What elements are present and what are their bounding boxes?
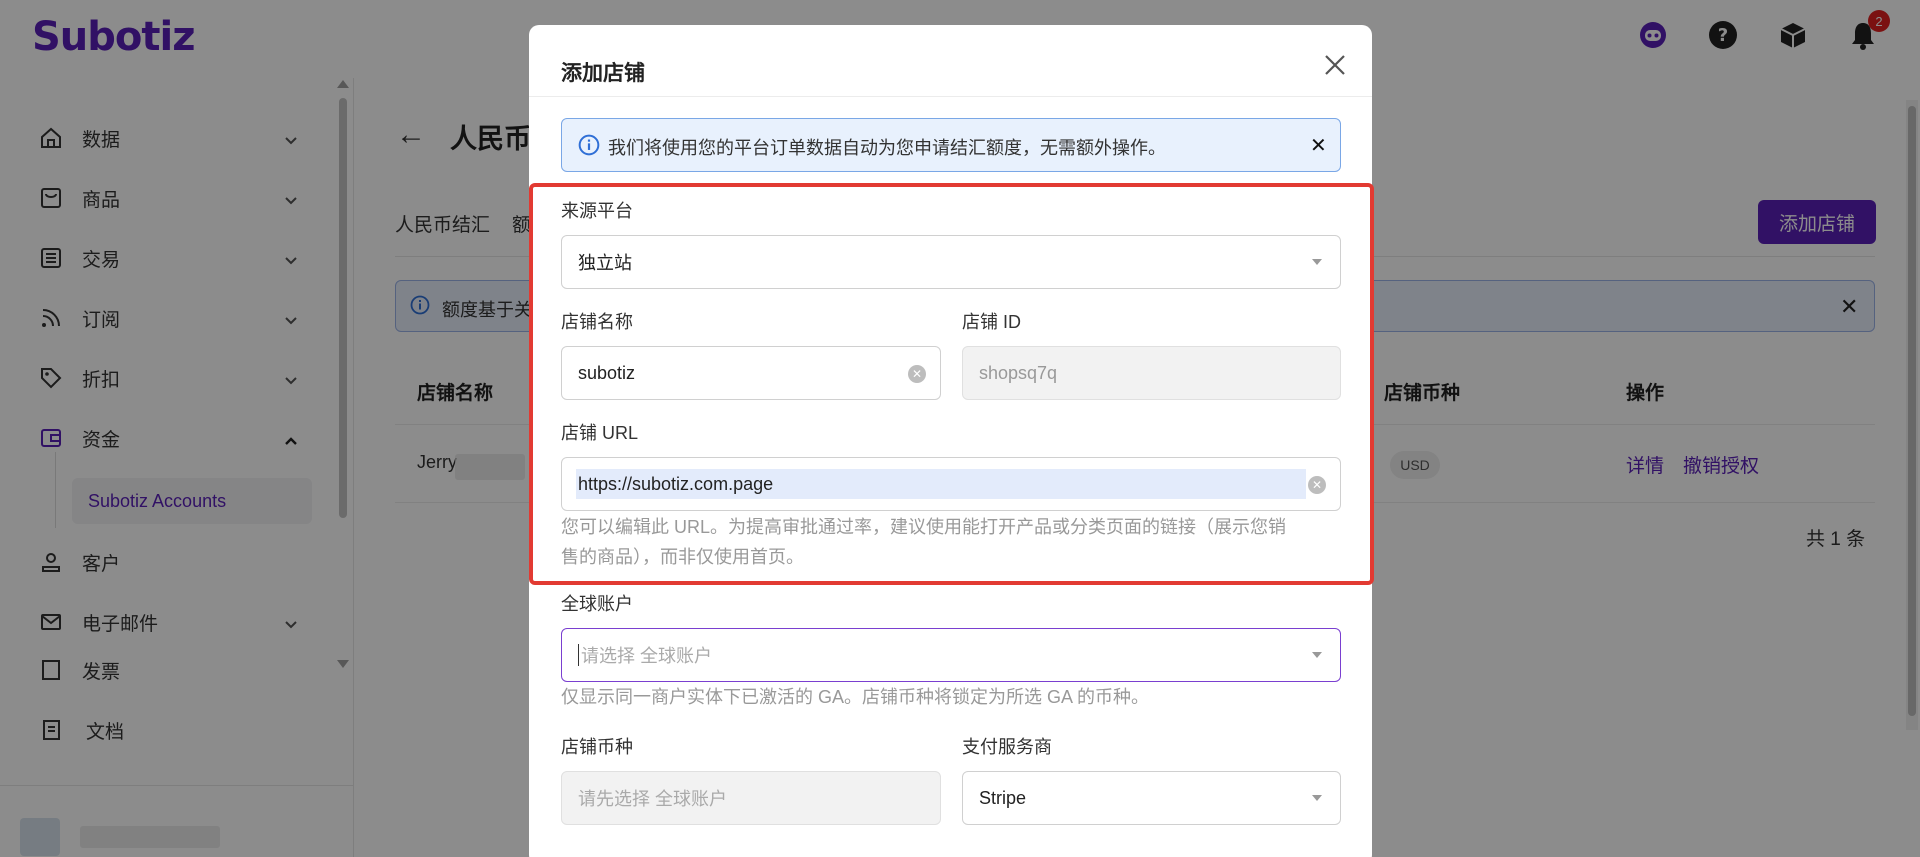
global-account-select[interactable]: 请选择 全球账户	[561, 628, 1341, 682]
info-icon	[578, 134, 600, 161]
global-account-placeholder: 请选择 全球账户	[581, 646, 713, 666]
info-alert: 我们将使用您的平台订单数据自动为您申请结汇额度，无需额外操作。 ✕	[561, 118, 1341, 172]
store-currency-placeholder: 请先选择 全球账户	[578, 789, 728, 809]
info-alert-text: 我们将使用您的平台订单数据自动为您申请结汇额度，无需额外操作。	[608, 138, 1166, 158]
modal-header-divider	[529, 96, 1372, 97]
payment-provider-select[interactable]: Stripe	[962, 771, 1341, 825]
modal-title: 添加店铺	[561, 62, 645, 85]
caret-down-icon	[1312, 795, 1322, 801]
store-currency-select: 请先选择 全球账户	[561, 771, 941, 825]
close-icon[interactable]: ✕	[1310, 133, 1327, 158]
text-cursor	[578, 644, 579, 666]
close-icon[interactable]	[1321, 51, 1349, 79]
highlight-box	[529, 183, 1374, 585]
caret-down-icon	[1312, 652, 1322, 658]
global-account-label: 全球账户	[561, 594, 633, 614]
payment-provider-value: Stripe	[979, 787, 1027, 808]
store-currency-label: 店铺币种	[561, 737, 633, 757]
payment-provider-label: 支付服务商	[962, 737, 1052, 757]
global-account-help: 仅显示同一商户实体下已激活的 GA。店铺币种将锁定为所选 GA 的币种。	[561, 687, 1150, 707]
